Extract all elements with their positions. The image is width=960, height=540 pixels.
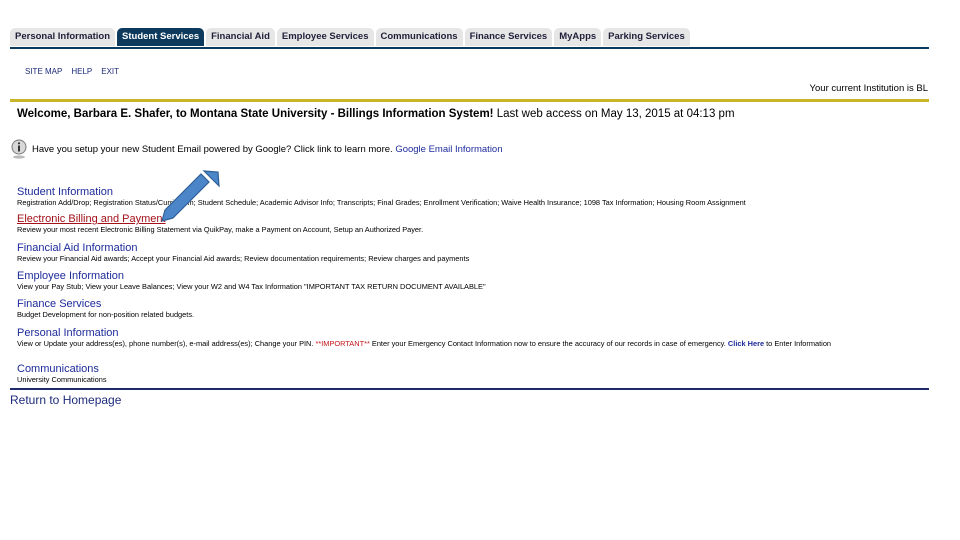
section-employee-information: Employee Information View your Pay Stub;… — [17, 270, 486, 292]
tab-parking-services[interactable]: Parking Services — [603, 28, 690, 46]
emergency-contact-text: Enter your Emergency Contact Information… — [369, 339, 728, 348]
enter-info-text: to Enter Information — [764, 339, 832, 348]
financial-aid-desc: Review your Financial Aid awards; Accept… — [17, 254, 470, 263]
click-here-link[interactable]: Click Here — [728, 339, 764, 348]
tab-financial-aid[interactable]: Financial Aid — [206, 28, 275, 46]
section-financial-aid: Financial Aid Information Review your Fi… — [17, 242, 469, 264]
personal-information-link[interactable]: Personal Information — [17, 327, 831, 339]
personal-info-text: View or Update your address(es), phone n… — [17, 339, 316, 348]
email-notice-text: Have you setup your new Student Email po… — [32, 143, 393, 155]
tab-communications[interactable]: Communications — [375, 28, 463, 46]
last-access: Last web access on May 13, 2015 at 04:13… — [493, 108, 735, 120]
current-institution: Your current Institution is BL — [809, 83, 928, 94]
header-divider — [10, 99, 929, 102]
tab-student-services[interactable]: Student Services — [117, 28, 205, 46]
tab-personal-information[interactable]: Personal Information — [10, 28, 116, 46]
return-to-homepage-link[interactable]: Return to Homepage — [10, 393, 121, 407]
finance-services-link[interactable]: Finance Services — [17, 298, 194, 310]
email-notice: Have you setup your new Student Email po… — [11, 139, 503, 159]
section-personal-information: Personal Information View or Update your… — [17, 327, 831, 349]
employee-information-desc: View your Pay Stub; View your Leave Bala… — [17, 282, 486, 291]
student-information-desc: Registration Add/Drop; Registration Stat… — [17, 198, 746, 207]
communications-desc: University Communications — [17, 375, 107, 384]
tab-bar: Personal Information Student Services Fi… — [10, 28, 692, 46]
exit-link[interactable]: EXIT — [101, 67, 119, 76]
pointer-arrow-icon — [161, 170, 220, 222]
welcome-greeting: Welcome, Barbara E. Shafer, to Montana S… — [17, 108, 494, 120]
important-notice: **IMPORTANT** — [315, 339, 370, 348]
financial-aid-link[interactable]: Financial Aid Information — [17, 242, 469, 254]
finance-services-desc: Budget Development for non-position rela… — [17, 310, 195, 319]
google-email-info-link[interactable]: Google Email Information — [395, 144, 502, 155]
tab-employee-services[interactable]: Employee Services — [276, 28, 374, 46]
welcome-message: Welcome, Barbara E. Shafer, to Montana S… — [17, 108, 735, 120]
electronic-billing-desc: Review your most recent Electronic Billi… — [17, 225, 424, 234]
communications-link[interactable]: Communications — [17, 363, 107, 375]
personal-information-desc: View or Update your address(es), phone n… — [17, 339, 831, 349]
tab-bar-divider — [10, 47, 929, 49]
footer-divider — [10, 388, 929, 390]
site-map-link[interactable]: SITE MAP — [25, 67, 62, 76]
section-finance-services: Finance Services Budget Development for … — [17, 298, 194, 320]
info-icon — [11, 139, 27, 159]
help-link[interactable]: HELP — [71, 67, 92, 76]
student-information-link[interactable]: Student Information — [17, 186, 746, 198]
section-student-information: Student Information Registration Add/Dro… — [17, 186, 746, 208]
utility-links: SITE MAP HELP EXIT — [25, 67, 119, 76]
section-communications: Communications University Communications — [17, 363, 107, 385]
tab-finance-services[interactable]: Finance Services — [464, 28, 553, 46]
employee-information-link[interactable]: Employee Information — [17, 270, 486, 282]
tab-myapps[interactable]: MyApps — [554, 28, 602, 46]
